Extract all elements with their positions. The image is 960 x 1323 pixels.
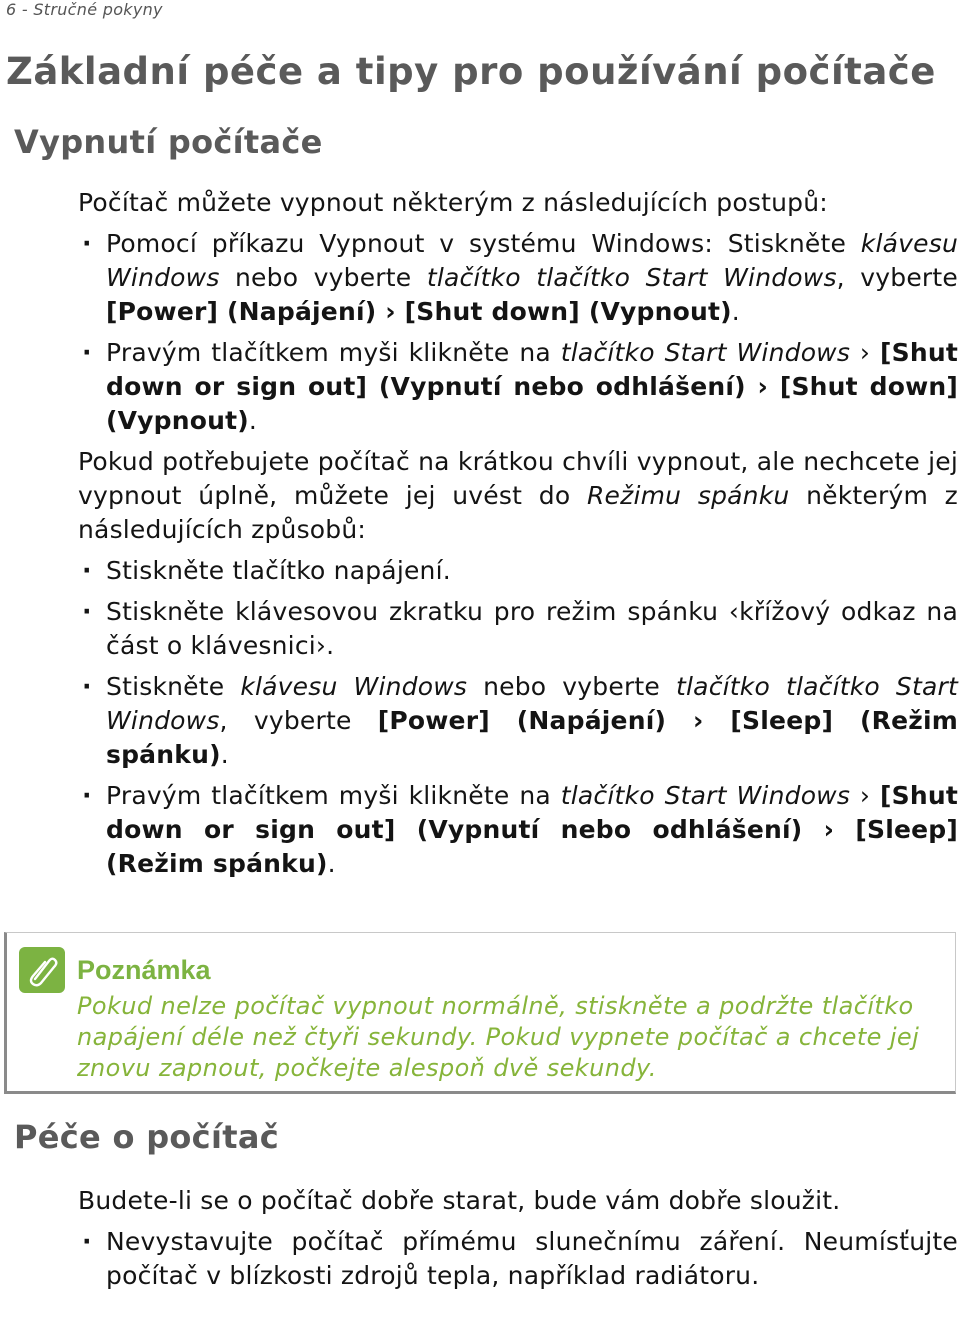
bullet-icon: · — [82, 672, 92, 701]
bullet-icon: · — [82, 597, 92, 626]
running-header: 6 - Stručné pokyny — [6, 0, 163, 19]
shutdown-intro: Počítač můžete vypnout některým z násled… — [78, 188, 828, 217]
page-title: Základní péče a tipy pro používání počít… — [6, 50, 936, 93]
shutdown-methods-list: · Pomocí příkazu Vypnout v systému Windo… — [78, 227, 958, 438]
bullet-icon: · — [82, 556, 92, 585]
bullet-icon: · — [82, 229, 92, 258]
emphasis: tlačítko Start Windows — [560, 338, 851, 367]
section-heading-shutdown: Vypnutí počítače — [14, 123, 323, 161]
sleep-intro: Pokud potřebujete počítač na krátkou chv… — [78, 447, 958, 544]
list-item: · Pravým tlačítkem myši klikněte na tlač… — [82, 338, 958, 435]
section-heading-care: Péče o počítač — [14, 1118, 279, 1156]
emphasis: tlačítko tlačítko Start Windows — [426, 263, 837, 292]
bullet-icon: · — [82, 781, 92, 810]
list-item: · Stiskněte klávesu Windows nebo vyberte… — [82, 672, 958, 769]
bullet-icon: · — [82, 1227, 92, 1256]
shutdown-section-body: Počítač můžete vypnout některým z násled… — [78, 186, 958, 888]
note-text: Pokud nelze počítač vypnout normálně, st… — [77, 992, 920, 1082]
care-section-body: Budete-li se o počítač dobře starat, bud… — [78, 1184, 958, 1300]
list-item: · Pravým tlačítkem myši klikněte na tlač… — [82, 781, 958, 878]
sleep-methods-list: · Stiskněte tlačítko napájení. · Stiskně… — [78, 554, 958, 881]
list-item: · Stiskněte tlačítko napájení. — [78, 554, 958, 588]
note-title: Poznámka — [77, 955, 211, 985]
paperclip-icon — [19, 947, 65, 993]
list-item: · Pomocí příkazu Vypnout v systému Windo… — [82, 229, 958, 326]
care-tips-list: · Nevystavujte počítač přímému slunečním… — [78, 1225, 958, 1293]
menu-path: [Power] (Napájení) › [Shut down] (Vypnou… — [106, 297, 732, 326]
emphasis: Režimu spánku — [586, 481, 790, 510]
care-intro: Budete-li se o počítač dobře starat, bud… — [78, 1186, 841, 1215]
note-box: Poznámka Pokud nelze počítač vypnout nor… — [4, 932, 956, 1094]
list-item: · Nevystavujte počítač přímému slunečním… — [82, 1227, 958, 1290]
bullet-icon: · — [82, 338, 92, 367]
emphasis: tlačítko Start Windows — [560, 781, 851, 810]
list-item: · Stiskněte klávesovou zkratku pro režim… — [82, 597, 958, 660]
emphasis: klávesu Windows — [240, 672, 468, 701]
